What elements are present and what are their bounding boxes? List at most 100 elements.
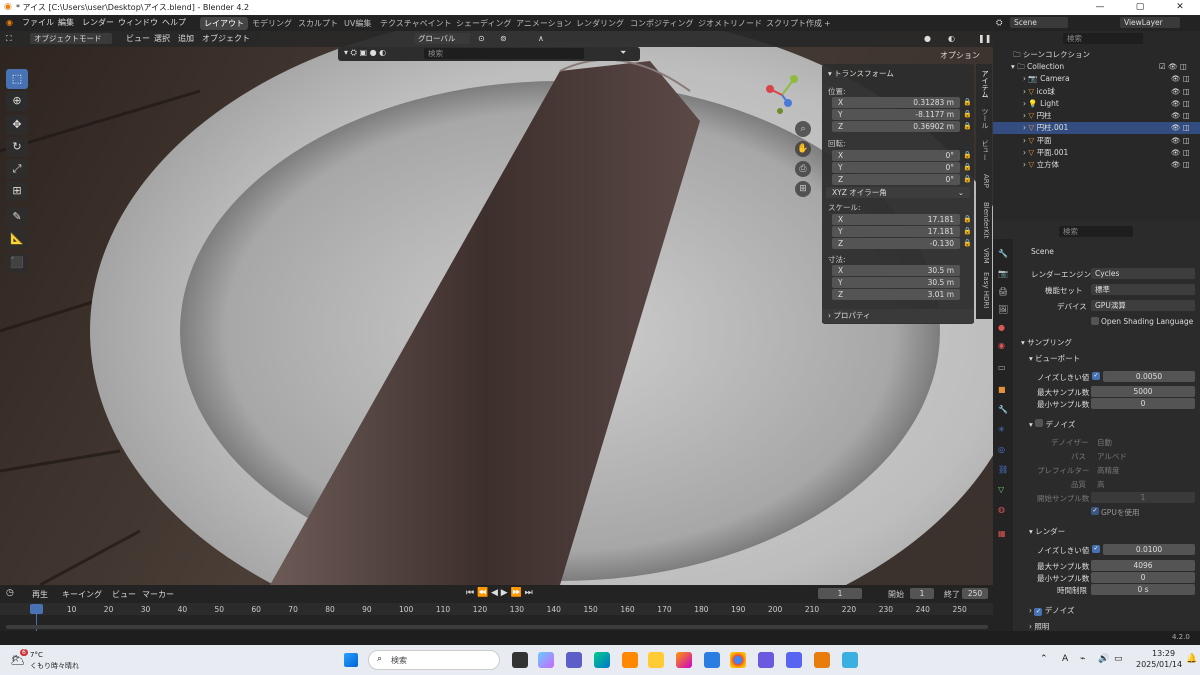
options-button[interactable]: オプション — [940, 50, 980, 61]
dimension-z-field[interactable]: Z 3.01 m — [832, 289, 960, 300]
dimension-x-field[interactable]: X 30.5 m — [832, 265, 960, 276]
add-workspace-button[interactable]: + — [820, 17, 835, 30]
tray-chevron-icon[interactable]: ⌃ — [1040, 654, 1048, 664]
scene-selector[interactable]: Scene — [1010, 17, 1068, 28]
outliner-item[interactable]: › ▽ ico球 👁 ◫ — [993, 86, 1200, 98]
tab-layout[interactable]: レイアウト — [200, 17, 248, 30]
taskbar-search[interactable]: ⌕ 検索 — [368, 650, 500, 670]
rotation-mode-selector[interactable]: XYZ オイラー角 ⌄ — [826, 187, 970, 198]
time-limit-field[interactable]: 0 s — [1091, 584, 1195, 595]
render-noise-field[interactable]: 0.0100 — [1103, 544, 1195, 555]
material-props-icon[interactable]: ◍ — [998, 505, 1005, 514]
render-engine-selector[interactable]: Cycles — [1091, 268, 1195, 279]
proportional-icon[interactable]: ∧ — [538, 31, 544, 47]
move-tool[interactable]: ✥ — [6, 115, 28, 135]
render-noise-checkbox[interactable]: ✓ — [1092, 545, 1100, 553]
mode-selector[interactable]: オブジェクトモード — [30, 33, 112, 44]
navigation-gizmo[interactable] — [762, 71, 802, 121]
start-frame-field[interactable]: 1 — [910, 588, 934, 599]
tab-compositing[interactable]: コンポジティング — [626, 17, 698, 30]
tool-props-icon[interactable]: 🔧 — [998, 249, 1008, 258]
weather-widget[interactable]: 🌥 6 7°C くもり時々晴れ — [10, 649, 90, 673]
world-props-icon[interactable]: ◉ — [998, 341, 1005, 350]
playback-controls[interactable]: ⏮ ⏪ ◀ ▶ ⏩ ⏭ — [466, 588, 533, 598]
outliner-item[interactable]: › ▽ 平面.001 👁 ◫ — [993, 147, 1200, 159]
outliner-item-selected[interactable]: › ▽ 円柱.001 👁 ◫ — [993, 122, 1200, 134]
properties-search-input[interactable]: 検索 — [1059, 226, 1133, 237]
start-button[interactable] — [344, 653, 358, 667]
feature-set-selector[interactable]: 標準 — [1091, 284, 1195, 295]
location-z-field[interactable]: Z 0.36902 m — [832, 121, 960, 132]
pan-hand-icon[interactable]: ✋ — [795, 141, 811, 157]
tab-animation[interactable]: アニメーション — [512, 17, 576, 30]
constraint-props-icon[interactable]: ⛓ — [998, 465, 1008, 474]
outliner-item[interactable]: › ▽ 平面 👁 ◫ — [993, 135, 1200, 147]
scene-props-icon[interactable]: ● — [998, 323, 1005, 332]
timeline-editor-icon[interactable]: ◷ — [6, 588, 14, 598]
viewport-max-samples-field[interactable]: 5000 — [1091, 386, 1195, 397]
lock-icon[interactable]: 🔒 — [963, 151, 972, 159]
timeline-view-menu[interactable]: ビュー — [112, 589, 136, 600]
filter-icon[interactable]: ⏷ — [620, 48, 626, 58]
editor-type-icon[interactable]: ⛶ — [6, 31, 12, 47]
viewport-shading-rendered-icon[interactable]: ◐ — [948, 31, 955, 47]
volume-icon[interactable]: 🔊 — [1098, 654, 1109, 664]
notepad-icon[interactable] — [842, 652, 858, 668]
rotation-y-field[interactable]: Y 0° — [832, 162, 960, 173]
collection-row[interactable]: ▾ 🗀 Collection ☑ 👁 ◫ — [993, 61, 1200, 73]
marker-menu[interactable]: マーカー — [142, 589, 174, 600]
select-box-tool[interactable]: ⬚ — [6, 69, 28, 89]
notification-icon[interactable]: 🔔 — [1186, 654, 1197, 664]
network-icon[interactable]: ⌁ — [1080, 654, 1085, 664]
tab-uv[interactable]: UV編集 — [340, 17, 375, 30]
current-frame-field[interactable]: 1 — [818, 588, 862, 599]
add-menu[interactable]: 追加 — [178, 31, 194, 47]
lock-icon[interactable]: 🔒 — [963, 110, 972, 118]
render-max-samples-field[interactable]: 4096 — [1091, 560, 1195, 571]
measure-tool[interactable]: 📐 — [6, 229, 28, 249]
copilot-icon[interactable] — [538, 652, 554, 668]
view-layer-props-icon[interactable]: 🖼 — [998, 305, 1008, 314]
instagram-icon[interactable] — [676, 652, 692, 668]
passes-value[interactable]: アルベド — [1097, 451, 1127, 462]
viewport-search-input[interactable]: 検索 — [424, 48, 584, 59]
orientation-selector[interactable]: グローバル — [414, 33, 470, 44]
scene-collection-row[interactable]: 🗀 シーンコレクション — [993, 49, 1200, 61]
camera-view-icon[interactable]: ⎙ — [795, 161, 811, 177]
lock-icon[interactable]: 🔒 — [963, 122, 972, 130]
tab-geometry-nodes[interactable]: ジオメトリノード — [694, 17, 766, 30]
task-view-icon[interactable] — [512, 652, 528, 668]
properties-subpanel[interactable]: › プロパティ — [822, 309, 974, 323]
zoom-icon[interactable]: ⌕ — [795, 121, 811, 137]
quality-value[interactable]: 高 — [1097, 479, 1105, 490]
outliner-item[interactable]: › 💡 Light 👁 ◫ — [993, 98, 1200, 110]
perspective-grid-icon[interactable]: ⊞ — [795, 181, 811, 197]
outliner-item[interactable]: › ▽ 円柱 👁 ◫ — [993, 110, 1200, 122]
minimize-button[interactable]: — — [1080, 0, 1120, 15]
snap-icon[interactable]: ⊚ — [500, 31, 507, 47]
tab-tool[interactable]: ツール — [978, 108, 990, 129]
toggle-sidebar-icon[interactable]: ❚❚ — [978, 31, 991, 47]
close-button[interactable]: ✕ — [1160, 0, 1200, 15]
tab-modeling[interactable]: モデリング — [248, 17, 296, 30]
vlc-icon[interactable] — [622, 652, 638, 668]
rotation-z-field[interactable]: Z 0° — [832, 174, 960, 185]
clock-date[interactable]: 2025/01/14 — [1136, 660, 1182, 669]
use-gpu-checkbox[interactable]: ✓ — [1091, 507, 1099, 515]
tab-scripting[interactable]: スクリプト作成 — [762, 17, 826, 30]
maximize-button[interactable]: ▢ — [1120, 0, 1160, 15]
transform-tool[interactable]: ⊞ — [6, 181, 28, 201]
menu-window[interactable]: ウィンドウ — [118, 15, 158, 31]
edge-icon[interactable] — [594, 652, 610, 668]
viewport-shading-solid-icon[interactable]: ● — [924, 31, 931, 47]
modifier-props-icon[interactable]: 🔧 — [998, 405, 1008, 414]
teams-icon[interactable] — [566, 652, 582, 668]
particles-props-icon[interactable]: ✳ — [998, 425, 1005, 434]
store-icon[interactable] — [704, 652, 720, 668]
rotation-x-field[interactable]: X 0° — [832, 150, 960, 161]
object-props-icon[interactable]: ■ — [998, 385, 1006, 394]
object-menu[interactable]: オブジェクト — [202, 31, 250, 47]
end-frame-field[interactable]: 250 — [962, 588, 988, 599]
viewport-noise-field[interactable]: 0.0050 — [1103, 371, 1195, 382]
tab-sculpt[interactable]: スカルプト — [294, 17, 342, 30]
